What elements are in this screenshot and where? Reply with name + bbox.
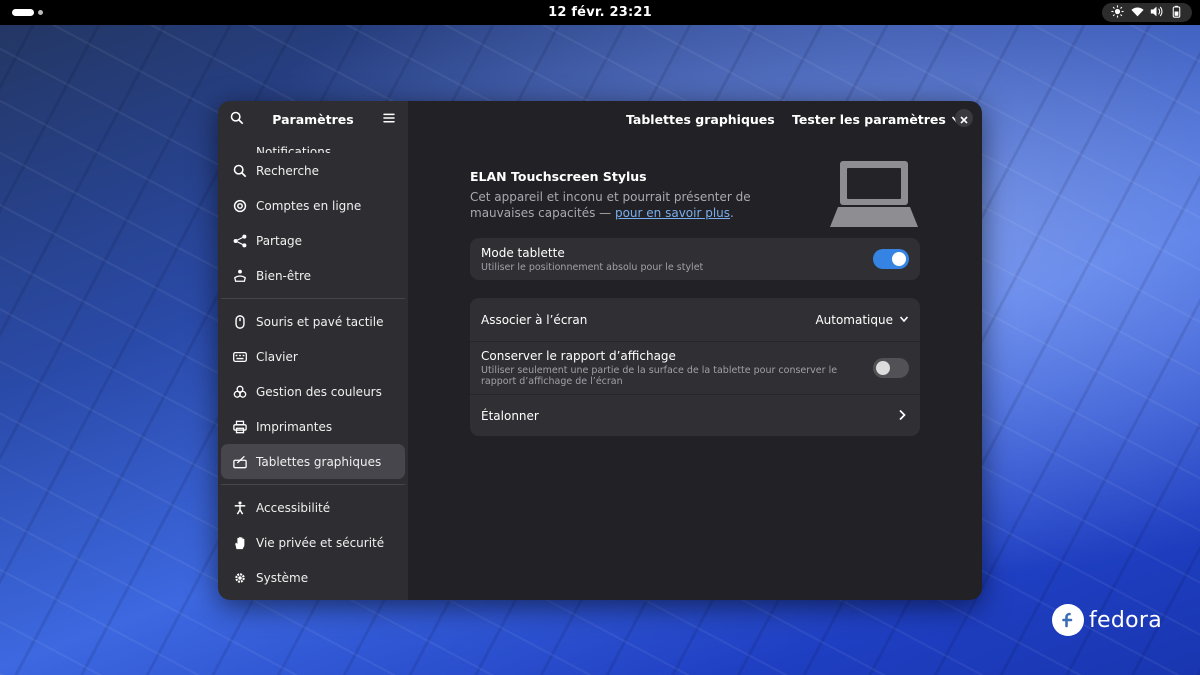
brightness-icon: [1111, 3, 1124, 22]
sidebar-item-label: Bien-être: [256, 268, 312, 283]
color-icon: [233, 385, 247, 399]
sidebar-separator: [221, 484, 405, 485]
sidebar-item-vie-privee[interactable]: Vie privée et sécurité: [221, 525, 405, 560]
sidebar-item-bien-etre[interactable]: Bien-être: [221, 258, 405, 293]
close-icon: [960, 109, 968, 128]
keep-ratio-switch[interactable]: [873, 358, 909, 378]
search-icon[interactable]: [230, 110, 244, 129]
sidebar-item-label: Comptes en ligne: [256, 198, 362, 213]
fedora-icon: [1052, 604, 1084, 636]
sidebar-item-label: Accessibilité: [256, 500, 331, 515]
keep-ratio-subtitle: Utiliser seulement une partie de la surf…: [481, 365, 838, 387]
calibrate-label: Étalonner: [481, 408, 539, 423]
mouse-icon: [233, 314, 247, 329]
sidebar-separator: [221, 298, 405, 299]
privacy-hand-icon: [233, 536, 247, 550]
tablet-mode-subtitle: Utiliser le positionnement absolu pour l…: [481, 261, 704, 273]
switch-knob: [892, 252, 906, 266]
share-icon: [233, 234, 247, 248]
tablet-mode-switch[interactable]: [873, 249, 909, 269]
keep-ratio-label: Conserver le rapport d’affichage: [481, 349, 676, 363]
tablet-options-card: Associer à l’écran Automatique Conserver…: [470, 298, 920, 436]
sidebar-item-systeme[interactable]: Système: [221, 560, 405, 595]
sidebar-header: Paramètres: [218, 101, 408, 137]
volume-icon: [1150, 3, 1163, 22]
sidebar-item-label: Souris et pavé tactile: [256, 314, 384, 329]
device-description: Cet appareil et inconu et pourrait prése…: [470, 189, 810, 221]
close-button[interactable]: [955, 109, 973, 127]
tablet-mode-label: Mode tablette: [481, 245, 565, 260]
page-title: Tablettes graphiques: [626, 112, 775, 127]
sidebar-item-label: Système: [256, 570, 309, 585]
sidebar-item-label: Clavier: [256, 349, 298, 364]
device-description-end: .: [730, 206, 734, 220]
laptop-illustration: [830, 161, 918, 233]
sidebar-title: Paramètres: [272, 111, 354, 127]
device-name: ELAN Touchscreen Stylus: [470, 169, 647, 184]
main-panel: Tablettes graphiques Tester les paramètr…: [408, 101, 982, 600]
sidebar-list: Notifications Recherche Comptes en ligne…: [218, 137, 408, 600]
gear-icon: [233, 571, 247, 585]
search-icon: [233, 164, 247, 178]
fedora-logo: fedora: [1052, 604, 1162, 636]
workspace-indicator[interactable]: [12, 9, 43, 16]
sidebar-item-partage[interactable]: Partage: [221, 223, 405, 258]
sidebar-item-imprimantes[interactable]: Imprimantes: [221, 409, 405, 444]
sidebar-item-clavier[interactable]: Clavier: [221, 339, 405, 374]
map-screen-value: Automatique: [815, 312, 893, 327]
sidebar-item-couleurs[interactable]: Gestion des couleurs: [221, 374, 405, 409]
accessibility-icon: [233, 500, 247, 515]
learn-more-link[interactable]: pour en savoir plus: [615, 206, 730, 220]
wifi-icon: [1131, 3, 1144, 22]
sidebar-item-label: Tablettes graphiques: [256, 454, 382, 469]
settings-window: Paramètres Notifications Recherche Compt…: [218, 101, 982, 600]
sidebar-item-notifications[interactable]: Notifications: [221, 137, 405, 153]
map-screen-label: Associer à l’écran: [481, 312, 588, 327]
fedora-wordmark: fedora: [1089, 607, 1163, 633]
sidebar-item-comptes-en-ligne[interactable]: Comptes en ligne: [221, 188, 405, 223]
clock[interactable]: 12 févr. 23:21: [548, 5, 652, 20]
sidebar-item-tablettes[interactable]: Tablettes graphiques: [221, 444, 405, 479]
sidebar-item-accessibilite[interactable]: Accessibilité: [221, 490, 405, 525]
sidebar-item-label: Imprimantes: [256, 419, 333, 434]
tablet-mode-row[interactable]: Mode tablette Utiliser le positionnement…: [470, 238, 920, 280]
at-icon: [233, 199, 247, 213]
sidebar: Paramètres Notifications Recherche Compt…: [218, 101, 408, 600]
sidebar-item-label: Partage: [256, 233, 303, 248]
battery-icon: [1170, 3, 1183, 22]
calibrate-row[interactable]: Étalonner: [470, 394, 920, 436]
chevron-down-icon: [899, 313, 909, 327]
hamburger-menu-icon[interactable]: [382, 110, 396, 129]
sidebar-item-label: Vie privée et sécurité: [256, 535, 385, 550]
tablet-mode-card: Mode tablette Utiliser le positionnement…: [470, 238, 920, 280]
sidebar-item-souris[interactable]: Souris et pavé tactile: [221, 304, 405, 339]
wellbeing-icon: [233, 269, 247, 283]
keep-ratio-row[interactable]: Conserver le rapport d’affichage Utilise…: [470, 341, 920, 394]
sidebar-item-recherche[interactable]: Recherche: [221, 153, 405, 188]
tablet-icon: [233, 455, 247, 469]
keyboard-icon: [233, 350, 247, 364]
bell-icon: [233, 139, 247, 153]
map-screen-row[interactable]: Associer à l’écran Automatique: [470, 298, 920, 341]
header-bar: Tablettes graphiques Tester les paramètr…: [408, 101, 982, 137]
sidebar-item-label: Recherche: [256, 163, 320, 178]
system-status-menu[interactable]: [1102, 3, 1192, 22]
sidebar-item-label: Gestion des couleurs: [256, 384, 382, 399]
test-settings-button[interactable]: Tester les paramètres: [792, 112, 961, 127]
switch-knob: [876, 361, 890, 375]
chevron-right-icon: [897, 406, 907, 425]
workspace-dot[interactable]: [38, 10, 43, 15]
map-screen-dropdown[interactable]: Automatique: [815, 313, 909, 327]
test-settings-label: Tester les paramètres: [792, 112, 946, 127]
active-workspace-pill[interactable]: [12, 9, 34, 16]
top-bar: 12 févr. 23:21: [0, 0, 1200, 25]
printer-icon: [233, 420, 247, 434]
